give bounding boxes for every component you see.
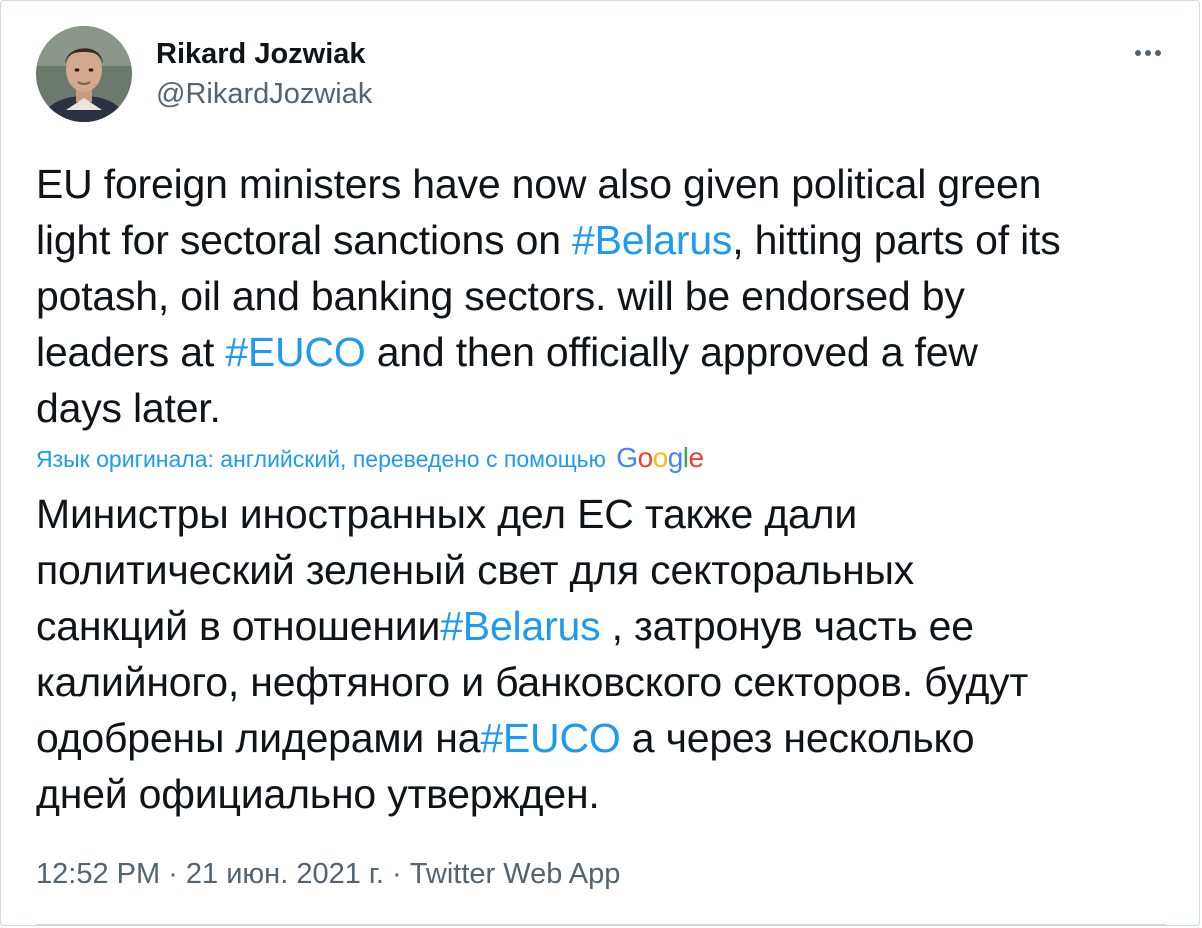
translated-text: Министры иностранных дел ЕС также дали по… (36, 486, 1176, 822)
profile-photo-icon (36, 26, 132, 122)
author-handle[interactable]: @RikardJozwiak (156, 78, 372, 110)
text-segment: , затронув часть ее (600, 603, 974, 649)
divider (36, 924, 1166, 925)
text-segment: политический зеленый свет для секторальн… (36, 547, 915, 593)
tweet-source[interactable]: Twitter Web App (410, 858, 621, 890)
text-segment: light for sectoral sanctions on (36, 217, 572, 263)
author-name[interactable]: Rikard Jozwiak (156, 38, 366, 70)
text-line: санкций в отношении#Belarus , затронув ч… (36, 598, 1176, 654)
hashtag-link[interactable]: #EUCO (225, 329, 365, 375)
tweet-meta: 12:52 PM · 21 июн. 2021 г. · Twitter Web… (36, 856, 620, 892)
translation-note[interactable]: Язык оригинала: английский, переведено с… (36, 442, 704, 475)
google-logo: Google (616, 442, 704, 473)
more-horizontal-icon (1135, 50, 1141, 56)
text-segment: leaders at (36, 329, 226, 375)
text-segment: potash, oil and banking sectors. will be… (36, 273, 965, 319)
avatar[interactable] (36, 26, 132, 122)
text-segment: , hitting parts of its (732, 217, 1061, 263)
text-segment: санкций в отношении (36, 603, 441, 649)
translation-note-label: Язык оригинала: английский, переведено с… (36, 446, 606, 472)
tweet-time[interactable]: 12:52 PM (36, 858, 160, 890)
meta-separator: · (383, 858, 410, 890)
tweet-date[interactable]: 21 июн. 2021 г. (186, 858, 384, 890)
text-line: политический зеленый свет для секторальн… (36, 542, 1176, 598)
meta-separator: · (160, 858, 186, 890)
hashtag-link[interactable]: #Belarus (440, 603, 600, 649)
text-line: days later. (36, 380, 1176, 436)
text-segment: дней официально утвержден. (36, 771, 600, 817)
text-line: potash, oil and banking sectors. will be… (36, 268, 1176, 324)
text-line: EU foreign ministers have now also given… (36, 156, 1176, 212)
text-segment: EU foreign ministers have now also given… (36, 161, 1042, 207)
tweet-text: EU foreign ministers have now also given… (36, 156, 1176, 436)
text-line: leaders at #EUCO and then officially app… (36, 324, 1176, 380)
hashtag-link[interactable]: #EUCO (480, 715, 620, 761)
more-horizontal-icon (1155, 50, 1161, 56)
more-horizontal-icon (1145, 50, 1151, 56)
text-segment: Министры иностранных дел ЕС также дали (36, 491, 858, 537)
text-segment: калийного, нефтяного и банковского секто… (36, 659, 1029, 705)
text-line: light for sectoral sanctions on #Belarus… (36, 212, 1176, 268)
text-line: одобрены лидерами на#EUCO а через нескол… (36, 710, 1176, 766)
more-options-button[interactable] (1126, 38, 1170, 68)
hashtag-link[interactable]: #Belarus (572, 217, 732, 263)
text-segment: days later. (36, 385, 221, 431)
text-line: дней официально утвержден. (36, 766, 1176, 822)
text-segment: and then officially approved a few (365, 329, 978, 375)
text-line: Министры иностранных дел ЕС также дали (36, 486, 1176, 542)
text-line: калийного, нефтяного и банковского секто… (36, 654, 1176, 710)
text-segment: а через несколько (620, 715, 975, 761)
text-segment: одобрены лидерами на (36, 715, 481, 761)
